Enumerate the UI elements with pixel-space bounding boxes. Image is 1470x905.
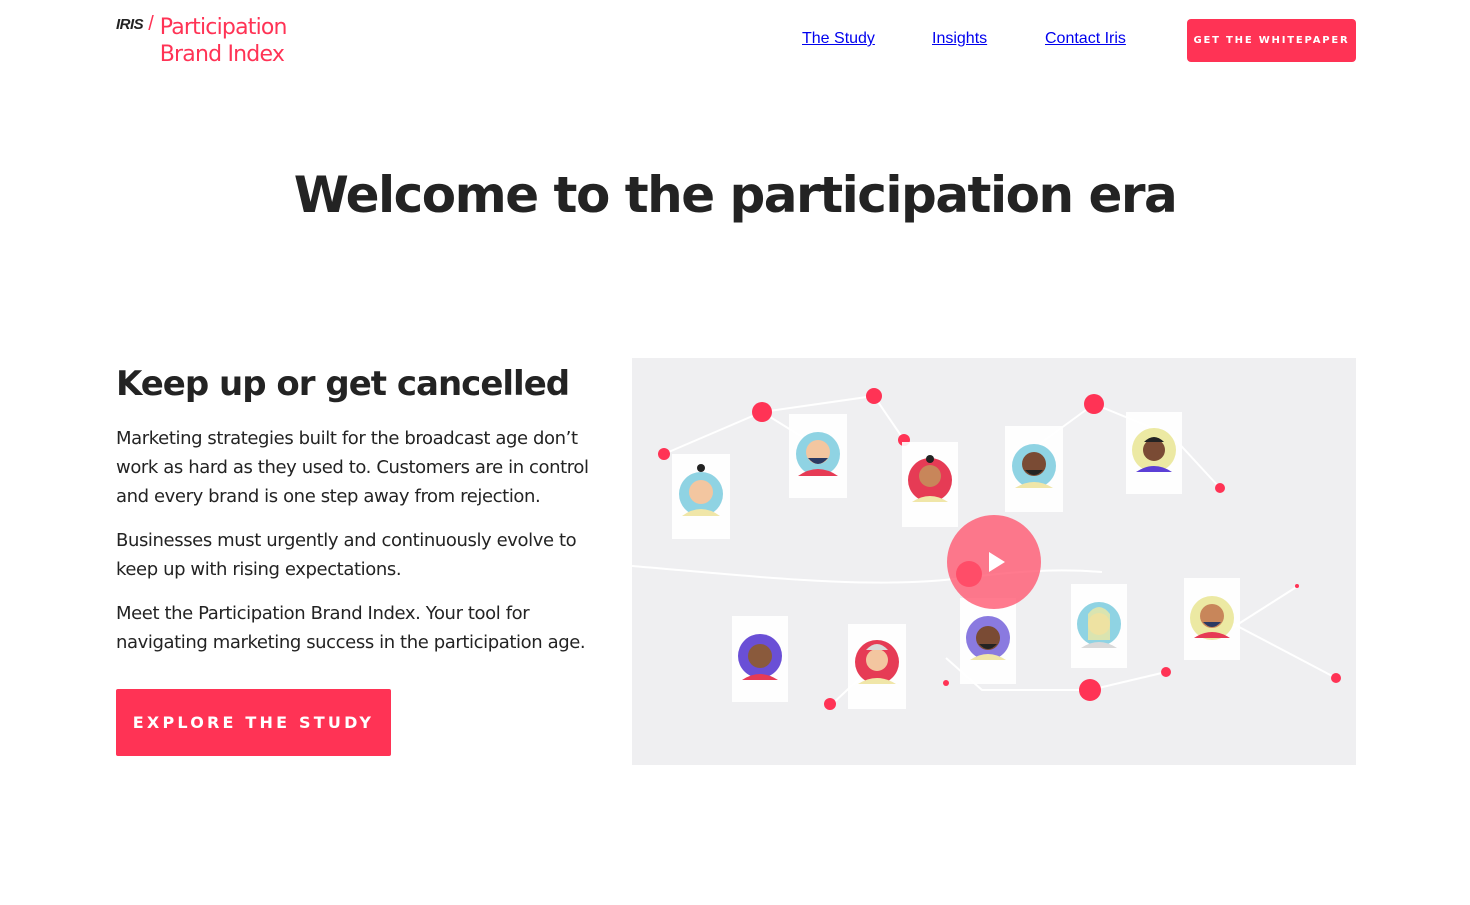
video-play-button[interactable] (947, 515, 1041, 609)
explore-study-button[interactable]: EXPLORE THE STUDY (116, 689, 391, 756)
nav-link-contact-iris[interactable]: Contact Iris (1045, 30, 1126, 48)
nav-link-insights[interactable]: Insights (932, 30, 987, 48)
logo-slash: / (148, 13, 154, 35)
intro-paragraph-3: Meet the Participation Brand Index. Your… (116, 603, 586, 653)
site-header: IRIS / Participation Brand Index The Stu… (0, 0, 1470, 80)
nav-link-the-study[interactable]: The Study (802, 30, 875, 48)
intro-paragraph-2: Businesses must urgently and continuousl… (116, 530, 577, 580)
logo-line-1: Participation (159, 15, 288, 40)
get-whitepaper-button[interactable]: GET THE WHITEPAPER (1187, 19, 1356, 62)
section-heading: Keep up or get cancelled (116, 364, 570, 404)
brand-logo[interactable]: IRIS / Participation Brand Index (116, 13, 288, 68)
logo-wordmark: Participation Brand Index (159, 14, 288, 68)
intro-video-player[interactable] (632, 358, 1356, 765)
hero-title: Welcome to the participation era (293, 166, 1178, 224)
play-icon (988, 552, 1005, 572)
logo-iris-text: IRIS (116, 16, 144, 33)
intro-paragraph-1: Marketing strategies built for the broad… (116, 428, 589, 507)
logo-line-2: Brand Index (159, 42, 285, 67)
